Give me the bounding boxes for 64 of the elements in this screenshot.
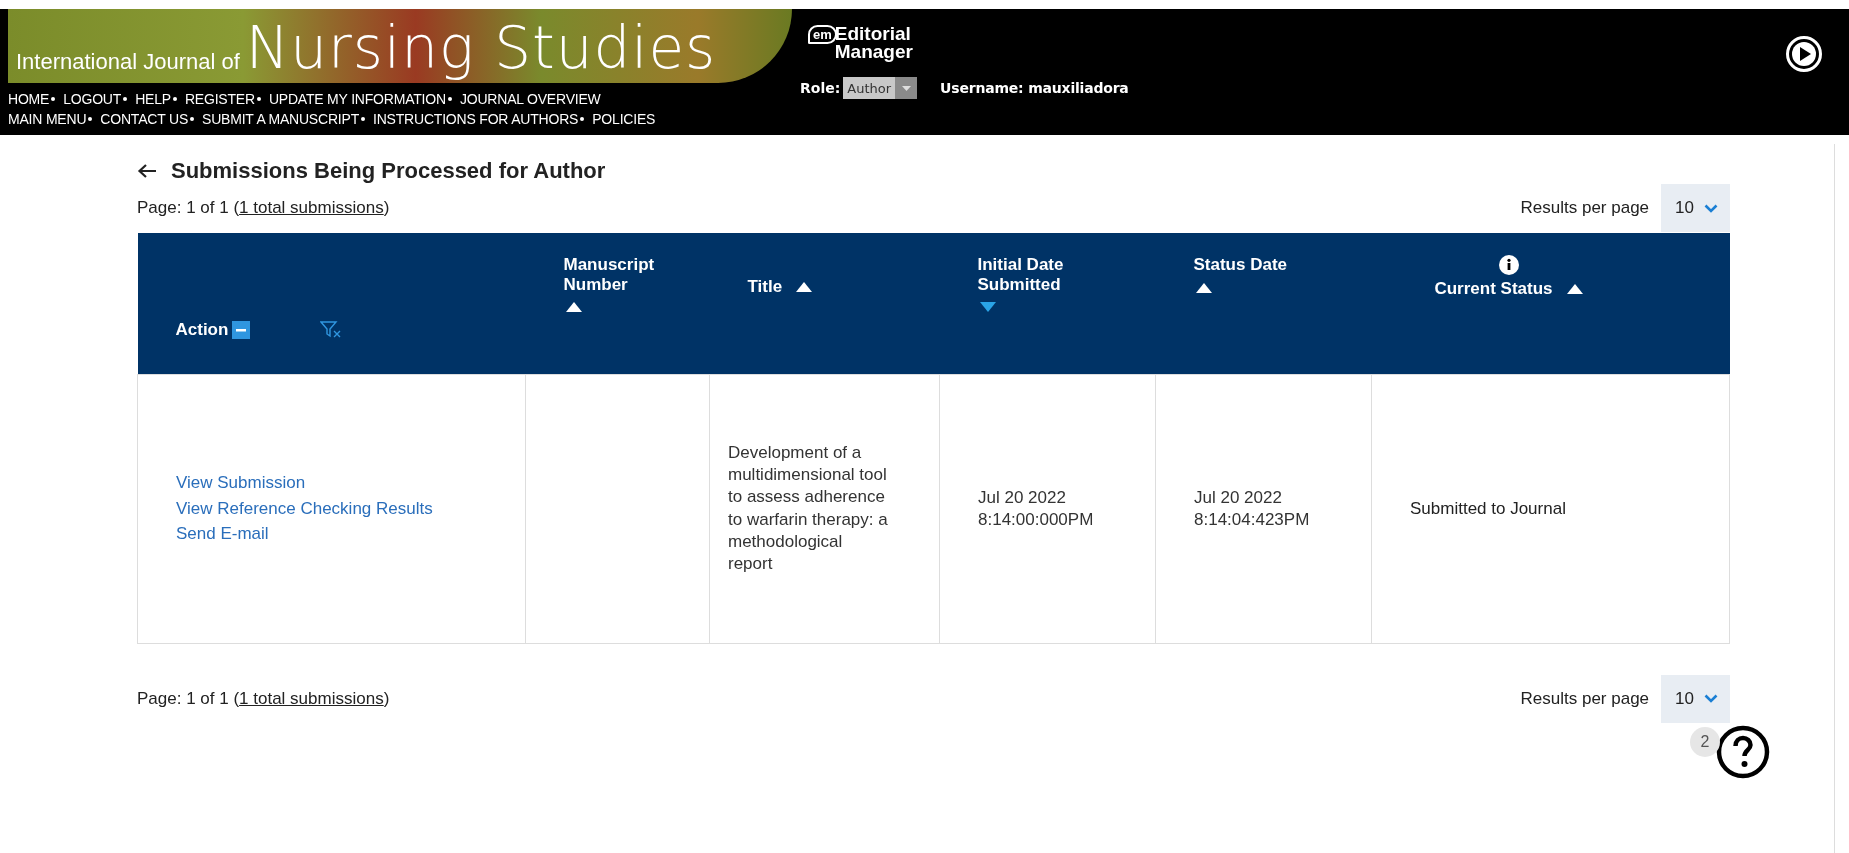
column-header[interactable]: Initial Date Submitted (977, 255, 1108, 295)
bullet-icon (256, 97, 261, 101)
results-per-page-dropdown[interactable]: 10 (1661, 184, 1730, 232)
logo-text: Manager (834, 43, 913, 62)
column-header[interactable]: Manuscript Number (563, 255, 694, 295)
table-cell: Development of a multidimensional tool to assess adherence to warfarin therapy: a methodological report (728, 443, 888, 573)
bullet-icon (361, 117, 365, 121)
results-per-page-dropdown[interactable]: 10 (1661, 674, 1730, 723)
action-link[interactable]: View Submission (176, 470, 306, 496)
clear-filter-icon[interactable] (320, 320, 343, 339)
sort-up-icon[interactable] (565, 302, 582, 313)
username-label: Username: mauxiliadora (940, 80, 1129, 96)
bullet-icon (123, 97, 128, 101)
table-cell-text: Jul 20 2022 8:14:00:000PM (978, 487, 1095, 530)
column-header[interactable]: Title (747, 277, 783, 297)
page-count-text: Page: 1 of 1 (1 total submissions) (137, 688, 390, 709)
nav-link[interactable]: REGISTER (184, 91, 255, 107)
bullet-icon (88, 117, 93, 121)
nav-link[interactable]: UPDATE MY INFORMATION (268, 91, 446, 107)
sort-down-icon[interactable] (979, 302, 996, 313)
nav-link[interactable]: HOME (8, 91, 50, 107)
column-header[interactable]: Current Status (1434, 279, 1553, 299)
nav-link[interactable]: LOGOUT (63, 91, 122, 107)
back-arrow-icon[interactable] (137, 163, 157, 179)
table-cell-text: Jul 20 2022 8:14:04:423PM (1194, 487, 1311, 530)
page-count-text: Page: 1 of 1 (1 total submissions) (137, 198, 390, 218)
action-link[interactable]: View Reference Checking Results (176, 495, 433, 522)
bullet-icon (580, 117, 585, 121)
logo-text: Editorial (834, 25, 912, 44)
caret-icon (901, 85, 911, 91)
results-per-page-label: Results per page (1520, 198, 1650, 218)
nav-link[interactable]: MAIN MENU (8, 111, 87, 127)
chevron-down-icon (1704, 694, 1718, 703)
collapse-icon[interactable] (232, 320, 251, 339)
column-header[interactable]: Status Date (1193, 255, 1324, 275)
bullet-icon (172, 97, 177, 101)
role-label: Role: (800, 80, 841, 96)
total-submissions-link[interactable]: 1 total submissions (239, 198, 384, 217)
bullet-icon (51, 97, 56, 101)
bullet-icon (190, 117, 195, 121)
bullet-icon (447, 97, 452, 101)
table-cell: Submitted to Journal (1410, 498, 1566, 518)
column-header: Action (175, 319, 229, 340)
nav-link[interactable]: POLICIES (592, 111, 656, 127)
logo-mark: em (808, 25, 837, 44)
page-title: Submissions Being Processed for Author (171, 158, 606, 184)
sort-up-icon[interactable] (1195, 282, 1212, 293)
sort-up-icon[interactable] (1566, 283, 1583, 294)
nav-link[interactable]: HELP (135, 91, 171, 107)
chevron-down-icon (1704, 203, 1718, 213)
journal-title-prefix: International Journal of (16, 49, 240, 76)
nav-link[interactable]: SUBMIT A MANUSCRIPT (202, 111, 359, 127)
nav-link[interactable]: CONTACT US (100, 111, 189, 127)
notification-badge: 2 (1690, 727, 1720, 757)
results-per-page-label: Results per page (1520, 688, 1650, 709)
role-dropdown[interactable]: Author (843, 77, 918, 99)
info-icon[interactable] (1498, 255, 1519, 275)
play-icon[interactable] (1785, 35, 1823, 73)
journal-title: Nursing Studies (245, 19, 717, 83)
action-link[interactable]: Send E-mail (176, 521, 269, 547)
nav-link[interactable]: INSTRUCTIONS FOR AUTHORS (373, 111, 579, 127)
nav-link[interactable]: JOURNAL OVERVIEW (459, 91, 601, 107)
sort-up-icon[interactable] (796, 281, 813, 292)
total-submissions-link[interactable]: 1 total submissions (239, 688, 384, 708)
